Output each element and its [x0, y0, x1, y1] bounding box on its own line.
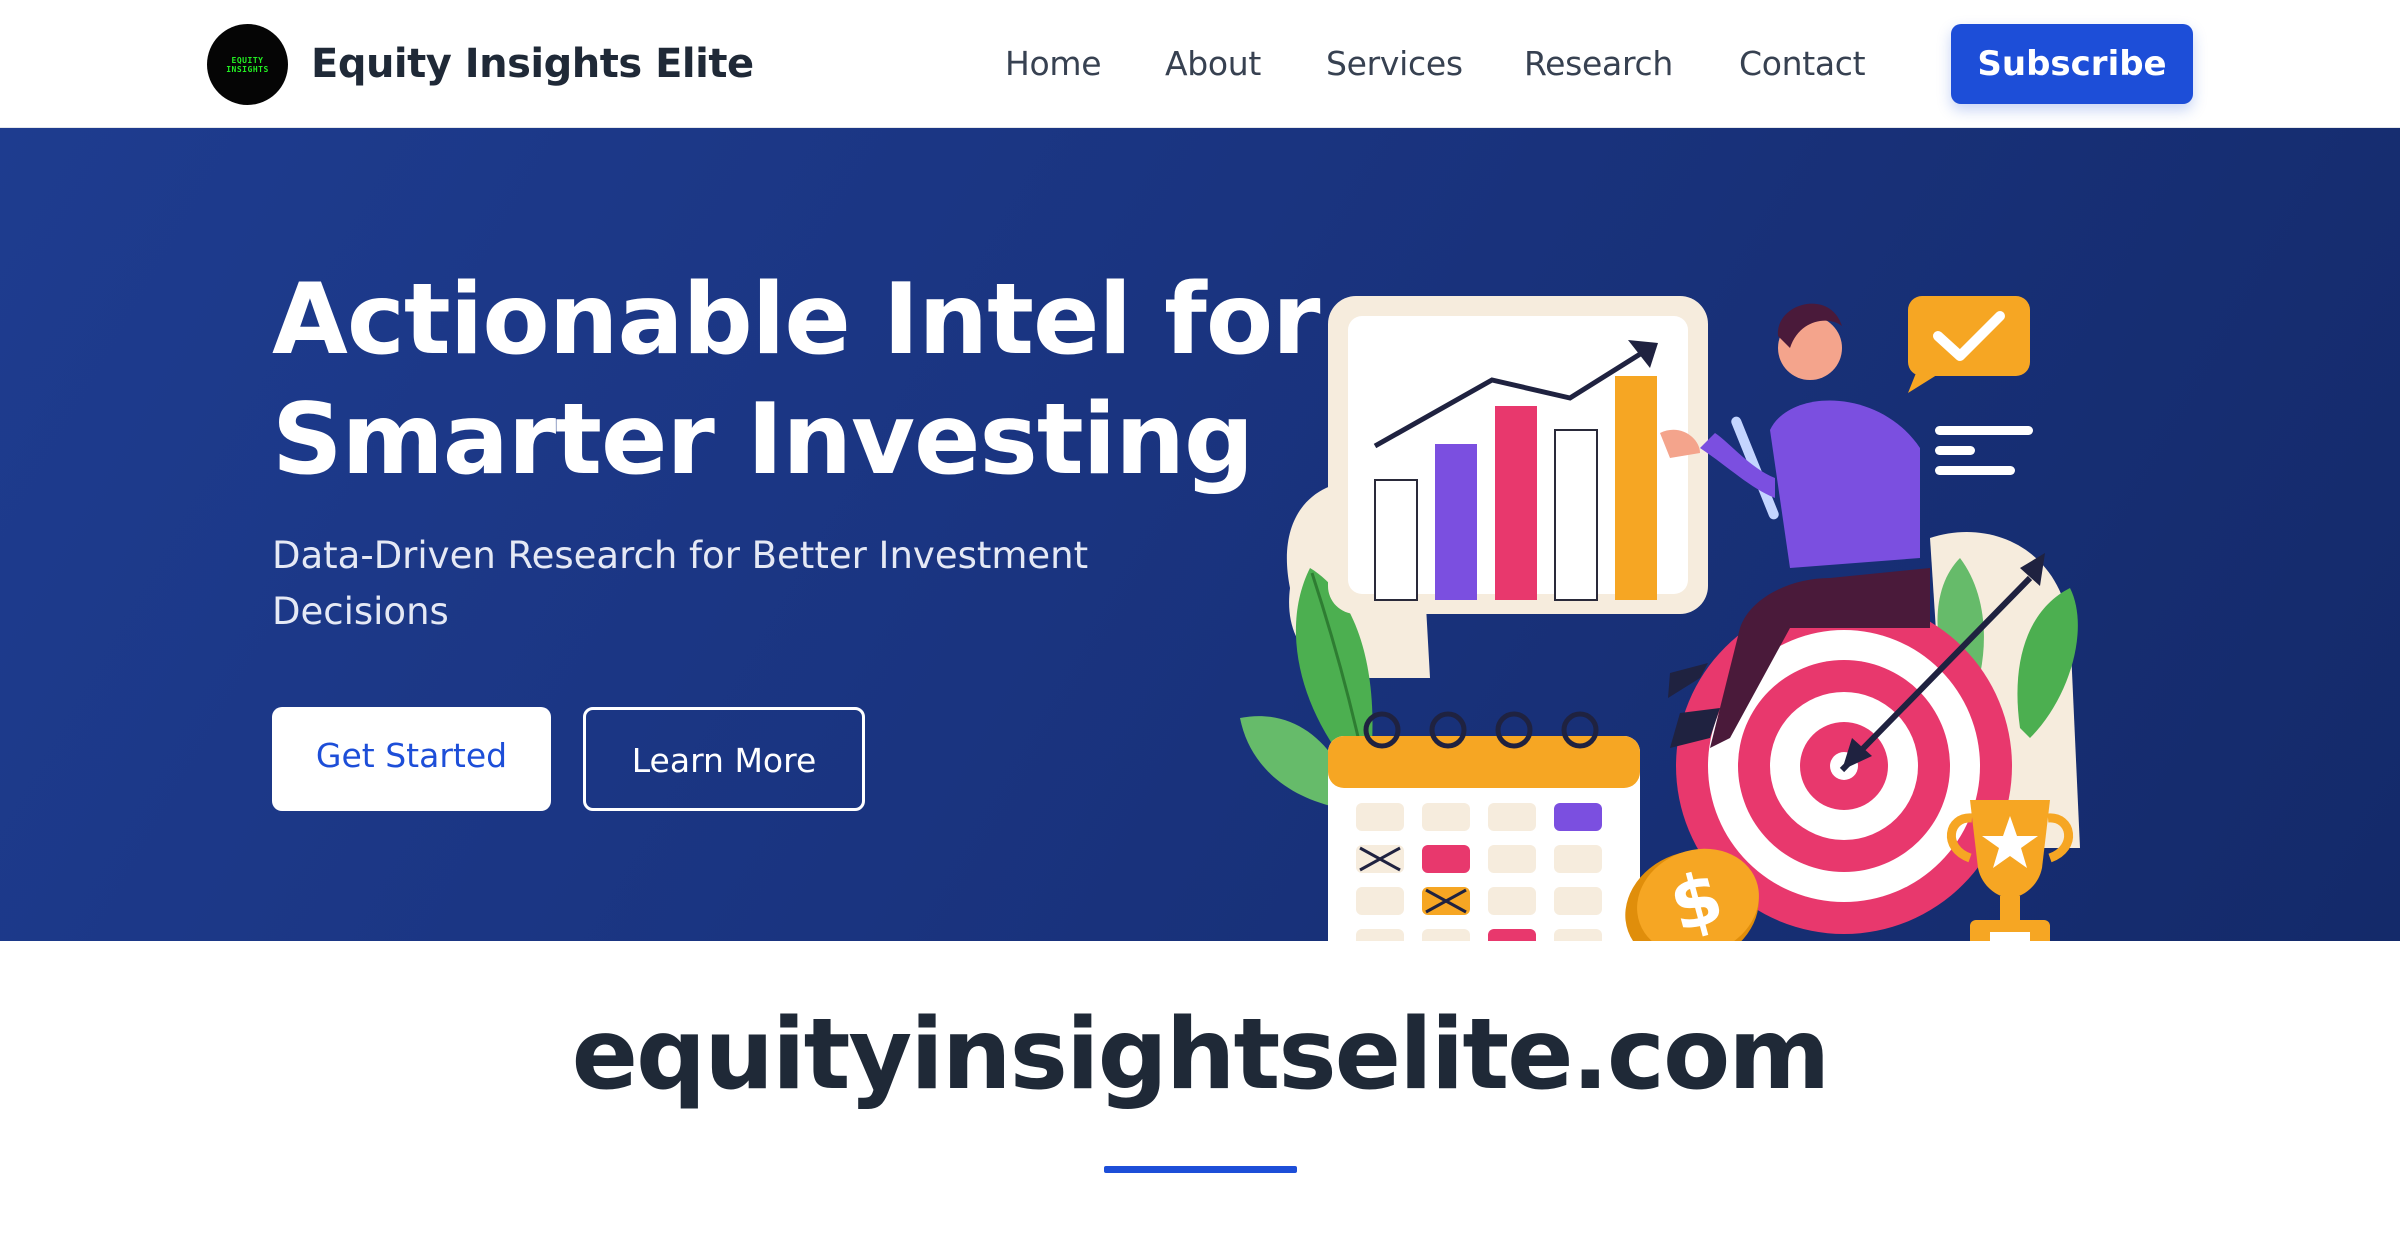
get-started-button[interactable]: Get Started: [272, 707, 551, 811]
hero-section: Actionable Intel for Smarter Investing D…: [0, 128, 2400, 941]
logo-text-line1: EQUITY: [231, 55, 264, 65]
brand-name[interactable]: Equity Insights Elite: [311, 36, 754, 92]
hero-title: Actionable Intel for Smarter Investing: [272, 260, 1320, 500]
learn-more-button[interactable]: Learn More: [583, 707, 865, 811]
calendar-icon: [1328, 711, 1640, 941]
hero-subtitle: Data-Driven Research for Better Investme…: [272, 534, 1089, 633]
nav-item-contact[interactable]: Contact: [1739, 40, 1866, 88]
nav-item-home[interactable]: Home: [1005, 40, 1102, 88]
bar-chart-icon: [1328, 296, 1708, 614]
domain-heading: equityinsightselite.com: [571, 998, 1831, 1112]
subscribe-button[interactable]: Subscribe: [1951, 24, 2193, 104]
hero-title-line1: Actionable Intel for: [272, 263, 1320, 377]
checkmark-icon: [1908, 296, 2030, 393]
logo-text-line2: INSIGHTS: [226, 64, 269, 74]
heading-divider: [1104, 1166, 1297, 1173]
investing-illustration: $: [1240, 296, 2080, 941]
nav-item-about[interactable]: About: [1165, 40, 1261, 88]
logo-icon[interactable]: EQUITY INSIGHTS: [207, 24, 288, 105]
nav-item-services[interactable]: Services: [1326, 40, 1463, 88]
nav-item-research[interactable]: Research: [1524, 40, 1673, 88]
hero-title-line2: Smarter Investing: [272, 383, 1254, 497]
site-header: EQUITY INSIGHTS Equity Insights Elite Ho…: [0, 0, 2400, 128]
